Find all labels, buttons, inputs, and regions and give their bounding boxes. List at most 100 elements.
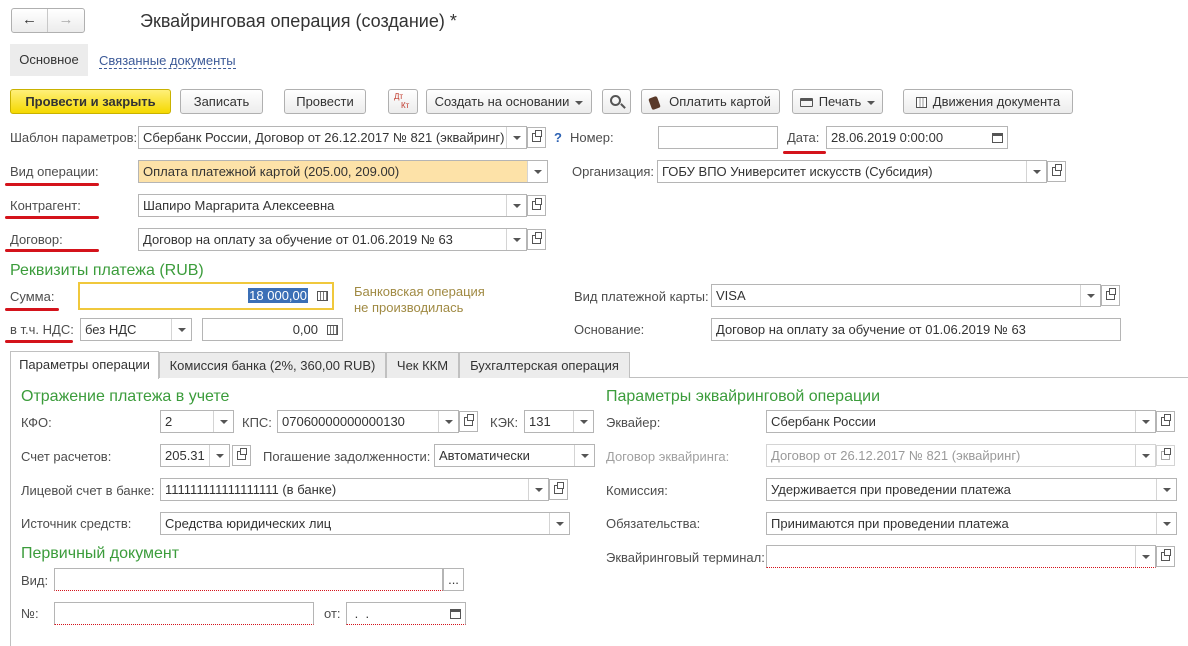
contract-underline xyxy=(5,249,99,252)
counterparty-select[interactable]: Шапиро Маргарита Алексеевна xyxy=(138,194,527,217)
chevron-down-icon[interactable] xyxy=(574,445,594,466)
terminal-select[interactable] xyxy=(766,545,1156,568)
acquiring-contract-open-button[interactable] xyxy=(1156,445,1175,466)
template-open-button[interactable] xyxy=(527,127,546,148)
chevron-down-icon[interactable] xyxy=(1156,479,1176,500)
payment-section-title: Реквизиты платежа (RUB) xyxy=(10,262,204,279)
dt-kt-icon: Дт Кт xyxy=(394,92,410,110)
organization-select[interactable]: ГОБУ ВПО Университет искусств (Субсидия) xyxy=(657,160,1047,183)
obligations-select[interactable]: Принимаются при проведении платежа xyxy=(766,512,1177,535)
calendar-icon[interactable] xyxy=(987,127,1007,148)
chevron-down-icon[interactable] xyxy=(1026,161,1046,182)
bank-account-open-button[interactable] xyxy=(549,479,568,500)
chevron-down-icon[interactable] xyxy=(506,127,526,148)
date-label: Дата: xyxy=(787,130,820,145)
acquiring-contract-select[interactable]: Договор от 26.12.2017 № 821 (эквайринг) xyxy=(766,444,1156,467)
settlement-account-select[interactable]: 205.31 xyxy=(160,444,230,467)
tab-related-documents[interactable]: Связанные документы xyxy=(99,53,236,69)
tab-accounting-operation[interactable]: Бухгалтерская операция xyxy=(459,352,630,378)
organization-label: Организация: xyxy=(572,164,655,179)
doc-kind-select-button[interactable]: ... xyxy=(443,568,464,591)
commission-select[interactable]: Удерживается при проведении платежа xyxy=(766,478,1177,501)
help-icon[interactable]: ? xyxy=(554,130,562,145)
chevron-down-icon[interactable] xyxy=(573,411,593,432)
counterparty-underline xyxy=(5,216,99,219)
tab-panel-border xyxy=(10,378,11,646)
chevron-down-icon[interactable] xyxy=(1135,445,1155,466)
basis-input[interactable]: Договор на оплату за обучение от 01.06.2… xyxy=(711,318,1121,341)
open-form-icon xyxy=(1161,414,1171,426)
post-and-close-button[interactable]: Провести и закрыть xyxy=(10,89,171,114)
kps-select[interactable]: 07060000000000130 xyxy=(277,410,459,433)
movements-icon xyxy=(915,97,927,109)
doc-kind-input[interactable] xyxy=(54,568,443,591)
tab-main[interactable]: Основное xyxy=(10,44,88,76)
acquirer-open-button[interactable] xyxy=(1156,411,1175,432)
date-input[interactable]: 28.06.2019 0:00:00 xyxy=(826,126,1008,149)
organization-open-button[interactable] xyxy=(1047,161,1066,182)
find-button[interactable] xyxy=(602,89,631,114)
open-form-icon xyxy=(1106,288,1116,300)
post-button[interactable]: Провести xyxy=(284,89,366,114)
contract-open-button[interactable] xyxy=(527,229,546,250)
debt-repayment-select[interactable]: Автоматически xyxy=(434,444,595,467)
doc-date-input[interactable]: . . xyxy=(346,602,466,625)
chevron-down-icon[interactable] xyxy=(1080,285,1100,306)
obligations-label: Обязательства: xyxy=(606,516,701,531)
print-button[interactable]: Печать xyxy=(792,89,883,114)
calculator-icon[interactable] xyxy=(312,284,332,308)
kfo-select[interactable]: 2 xyxy=(160,410,234,433)
terminal-label: Эквайринговый терминал: xyxy=(606,550,765,565)
chevron-down-icon[interactable] xyxy=(527,161,547,182)
bank-account-select[interactable]: 111111111111111111 (в банке) xyxy=(160,478,549,501)
chevron-down-icon[interactable] xyxy=(549,513,569,534)
dt-kt-button[interactable]: Дт Кт xyxy=(388,89,418,114)
terminal-open-button[interactable] xyxy=(1156,546,1175,567)
tab-kkm-receipt[interactable]: Чек ККМ xyxy=(386,352,459,378)
settlement-account-label: Счет расчетов: xyxy=(21,449,112,464)
chevron-down-icon[interactable] xyxy=(1156,513,1176,534)
chevron-down-icon[interactable] xyxy=(506,229,526,250)
number-input[interactable] xyxy=(658,126,778,149)
document-movements-button[interactable]: Движения документа xyxy=(903,89,1073,114)
settlement-account-open-button[interactable] xyxy=(232,445,251,466)
open-form-icon xyxy=(237,448,247,460)
contract-select[interactable]: Договор на оплату за обучение от 01.06.2… xyxy=(138,228,527,251)
kek-select[interactable]: 131 xyxy=(524,410,594,433)
doc-number-label: №: xyxy=(21,606,39,621)
chevron-down-icon[interactable] xyxy=(171,319,191,340)
nav-arrows: ← → xyxy=(11,8,85,33)
operation-type-select[interactable]: Оплата платежной картой (205.00, 209.00) xyxy=(138,160,548,183)
chevron-down-icon[interactable] xyxy=(1135,411,1155,432)
chevron-down-icon[interactable] xyxy=(209,445,229,466)
acquirer-select[interactable]: Сбербанк России xyxy=(766,410,1156,433)
vat-label: в т.ч. НДС: xyxy=(10,322,74,337)
vat-amount-input[interactable]: 0,00 xyxy=(202,318,343,341)
sum-input[interactable]: 18 000,00 xyxy=(78,282,334,310)
save-button[interactable]: Записать xyxy=(180,89,263,114)
calendar-icon[interactable] xyxy=(445,603,465,624)
back-arrow-icon[interactable]: ← xyxy=(12,9,48,32)
forward-arrow-icon[interactable]: → xyxy=(48,9,84,32)
vat-rate-select[interactable]: без НДС xyxy=(80,318,192,341)
card-type-select[interactable]: VISA xyxy=(711,284,1101,307)
card-type-open-button[interactable] xyxy=(1101,285,1120,306)
pay-by-card-button[interactable]: Оплатить картой xyxy=(641,89,780,114)
doc-number-input[interactable] xyxy=(54,602,314,625)
chevron-down-icon[interactable] xyxy=(213,411,233,432)
create-based-on-button[interactable]: Создать на основании xyxy=(426,89,592,114)
calculator-icon[interactable] xyxy=(322,319,342,340)
kps-open-button[interactable] xyxy=(459,411,478,432)
chevron-down-icon[interactable] xyxy=(438,411,458,432)
bank-account-label: Лицевой счет в банке: xyxy=(21,483,155,498)
open-form-icon xyxy=(1161,549,1171,561)
counterparty-open-button[interactable] xyxy=(527,195,546,216)
chevron-down-icon[interactable] xyxy=(1135,546,1155,567)
template-select[interactable]: Сбербанк России, Договор от 26.12.2017 №… xyxy=(138,126,527,149)
chevron-down-icon[interactable] xyxy=(506,195,526,216)
funding-source-select[interactable]: Средства юридических лиц xyxy=(160,512,570,535)
chevron-down-icon[interactable] xyxy=(528,479,548,500)
tab-operation-parameters[interactable]: Параметры операции xyxy=(10,351,159,379)
tab-bank-commission[interactable]: Комиссия банка (2%, 360,00 RUB) xyxy=(159,352,386,378)
doc-date-label: от: xyxy=(324,606,341,621)
